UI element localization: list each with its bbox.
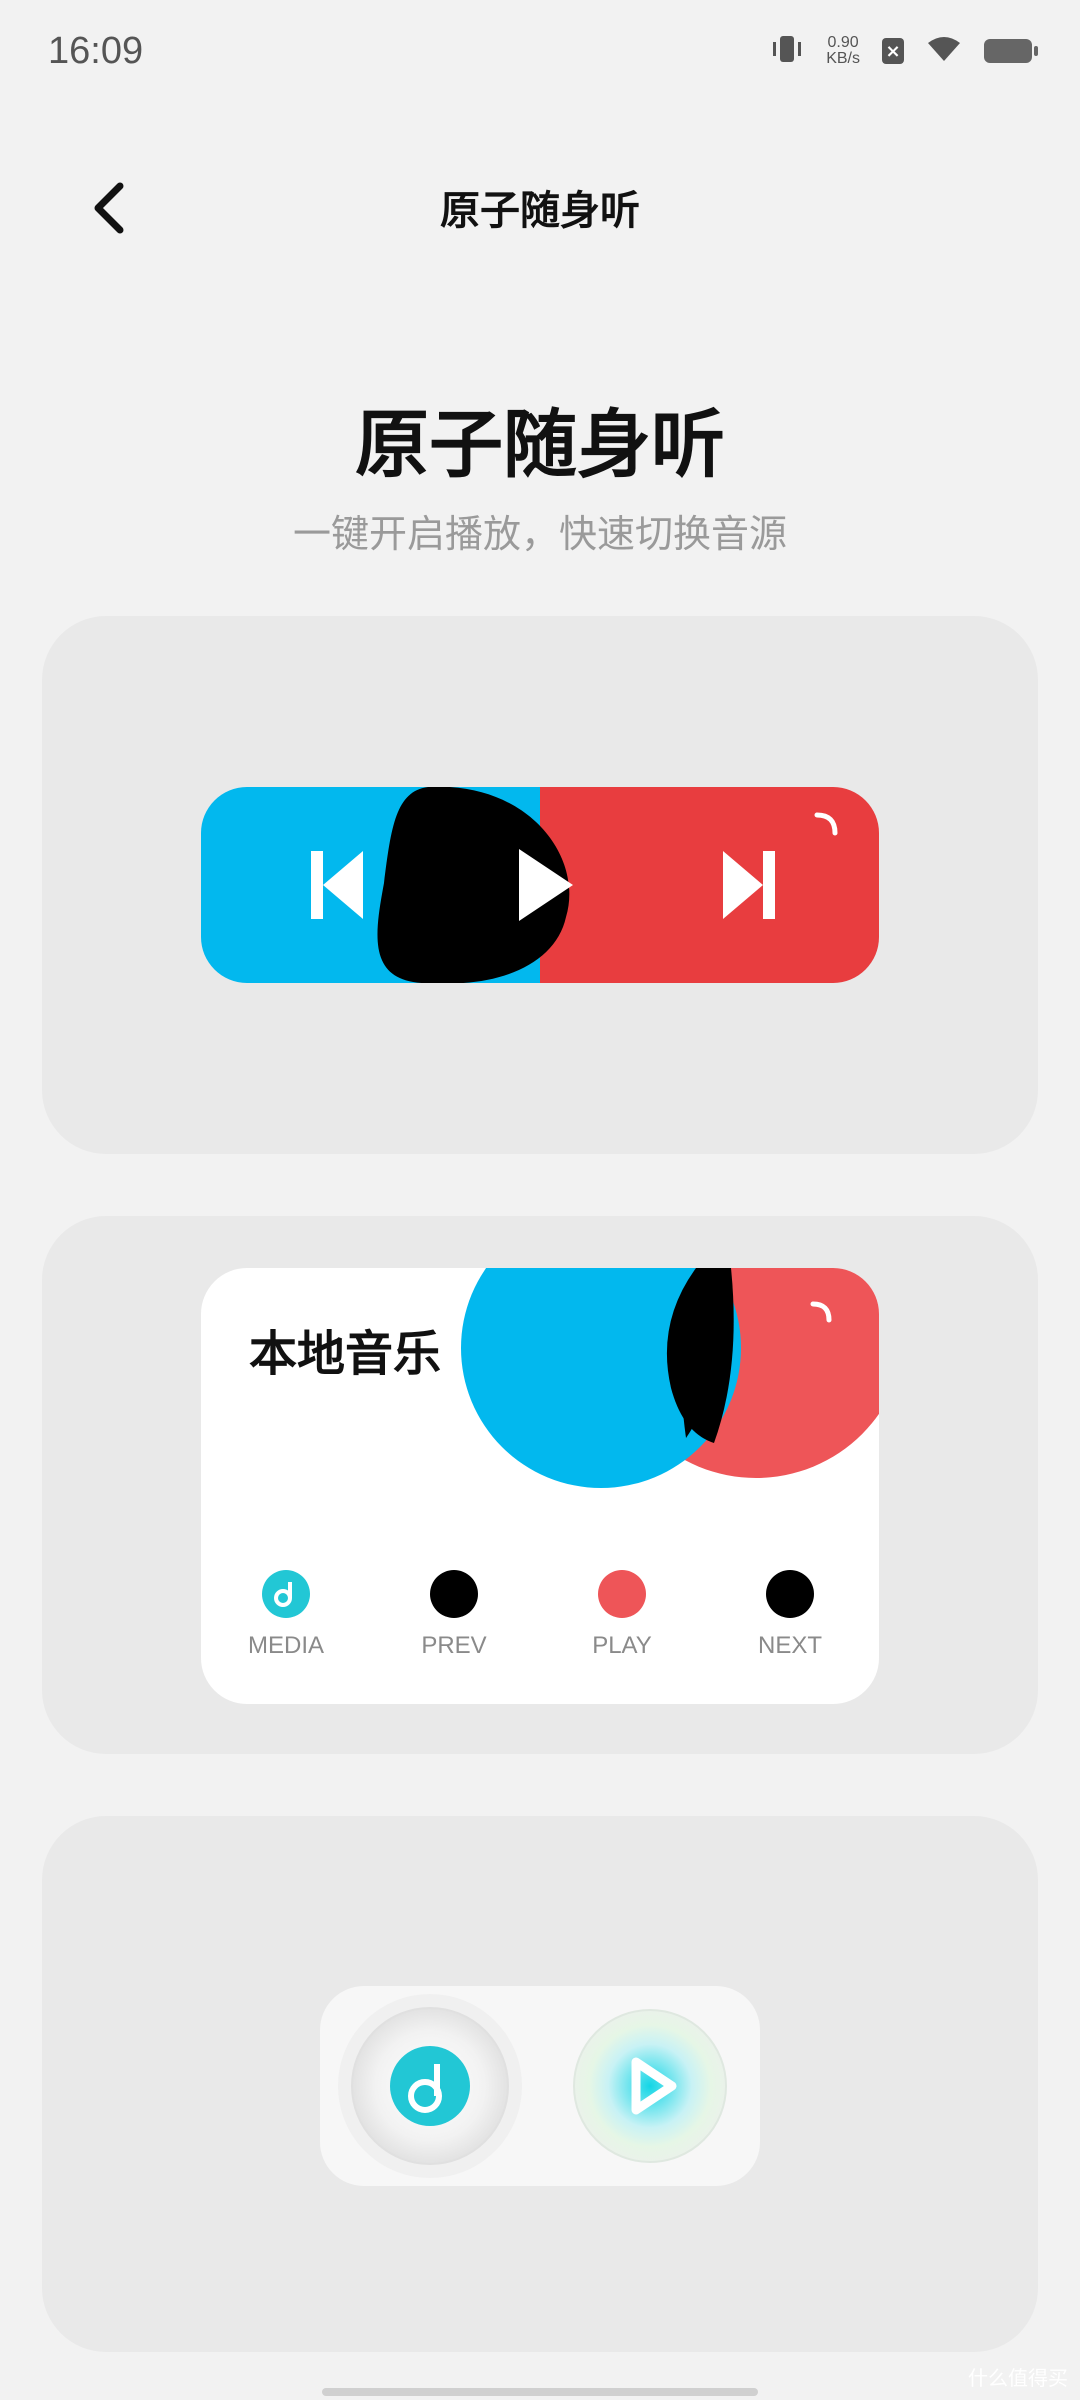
page-title: 原子随身听 <box>440 188 640 234</box>
status-icons: 0.90 KB/s × <box>770 34 1038 68</box>
home-indicator[interactable] <box>322 2388 758 2396</box>
play-button[interactable]: PLAY <box>562 1570 682 1660</box>
player-widget[interactable] <box>201 787 879 983</box>
music-note-icon <box>262 1570 310 1618</box>
net-speed-value: 0.90 <box>827 34 859 51</box>
play-dot-icon <box>598 1570 646 1618</box>
vibrate-icon <box>770 34 804 68</box>
play-shortcut[interactable] <box>573 2009 727 2163</box>
wifi-icon <box>926 35 962 67</box>
battery-icon <box>984 39 1038 63</box>
media-shortcut[interactable] <box>351 2007 509 2165</box>
no-sim-icon: × <box>882 38 904 64</box>
shortcut-widget[interactable] <box>320 1986 760 2186</box>
next-label: NEXT <box>757 1632 822 1659</box>
prev-label: PREV <box>421 1632 487 1659</box>
watermark: 什么值得买 <box>968 2366 1068 2390</box>
local-music-widget[interactable]: 本地音乐 MEDIA PREV PLAY NEXT <box>201 1268 879 1704</box>
hero-title: 原子随身听 <box>355 402 725 488</box>
network-speed: 0.90 KB/s <box>826 35 860 67</box>
prev-button[interactable]: PREV <box>394 1570 514 1660</box>
media-label: MEDIA <box>247 1632 324 1659</box>
next-button[interactable]: NEXT <box>730 1570 850 1660</box>
net-speed-unit: KB/s <box>826 50 860 67</box>
prev-dot-icon <box>430 1570 478 1618</box>
next-dot-icon <box>766 1570 814 1618</box>
local-music-title: 本地音乐 <box>249 1326 442 1382</box>
media-button[interactable]: MEDIA <box>226 1570 346 1660</box>
hero-subtitle: 一键开启播放，快速切换音源 <box>292 512 787 556</box>
status-time: 16:09 <box>48 30 144 72</box>
play-label: PLAY <box>592 1632 652 1659</box>
